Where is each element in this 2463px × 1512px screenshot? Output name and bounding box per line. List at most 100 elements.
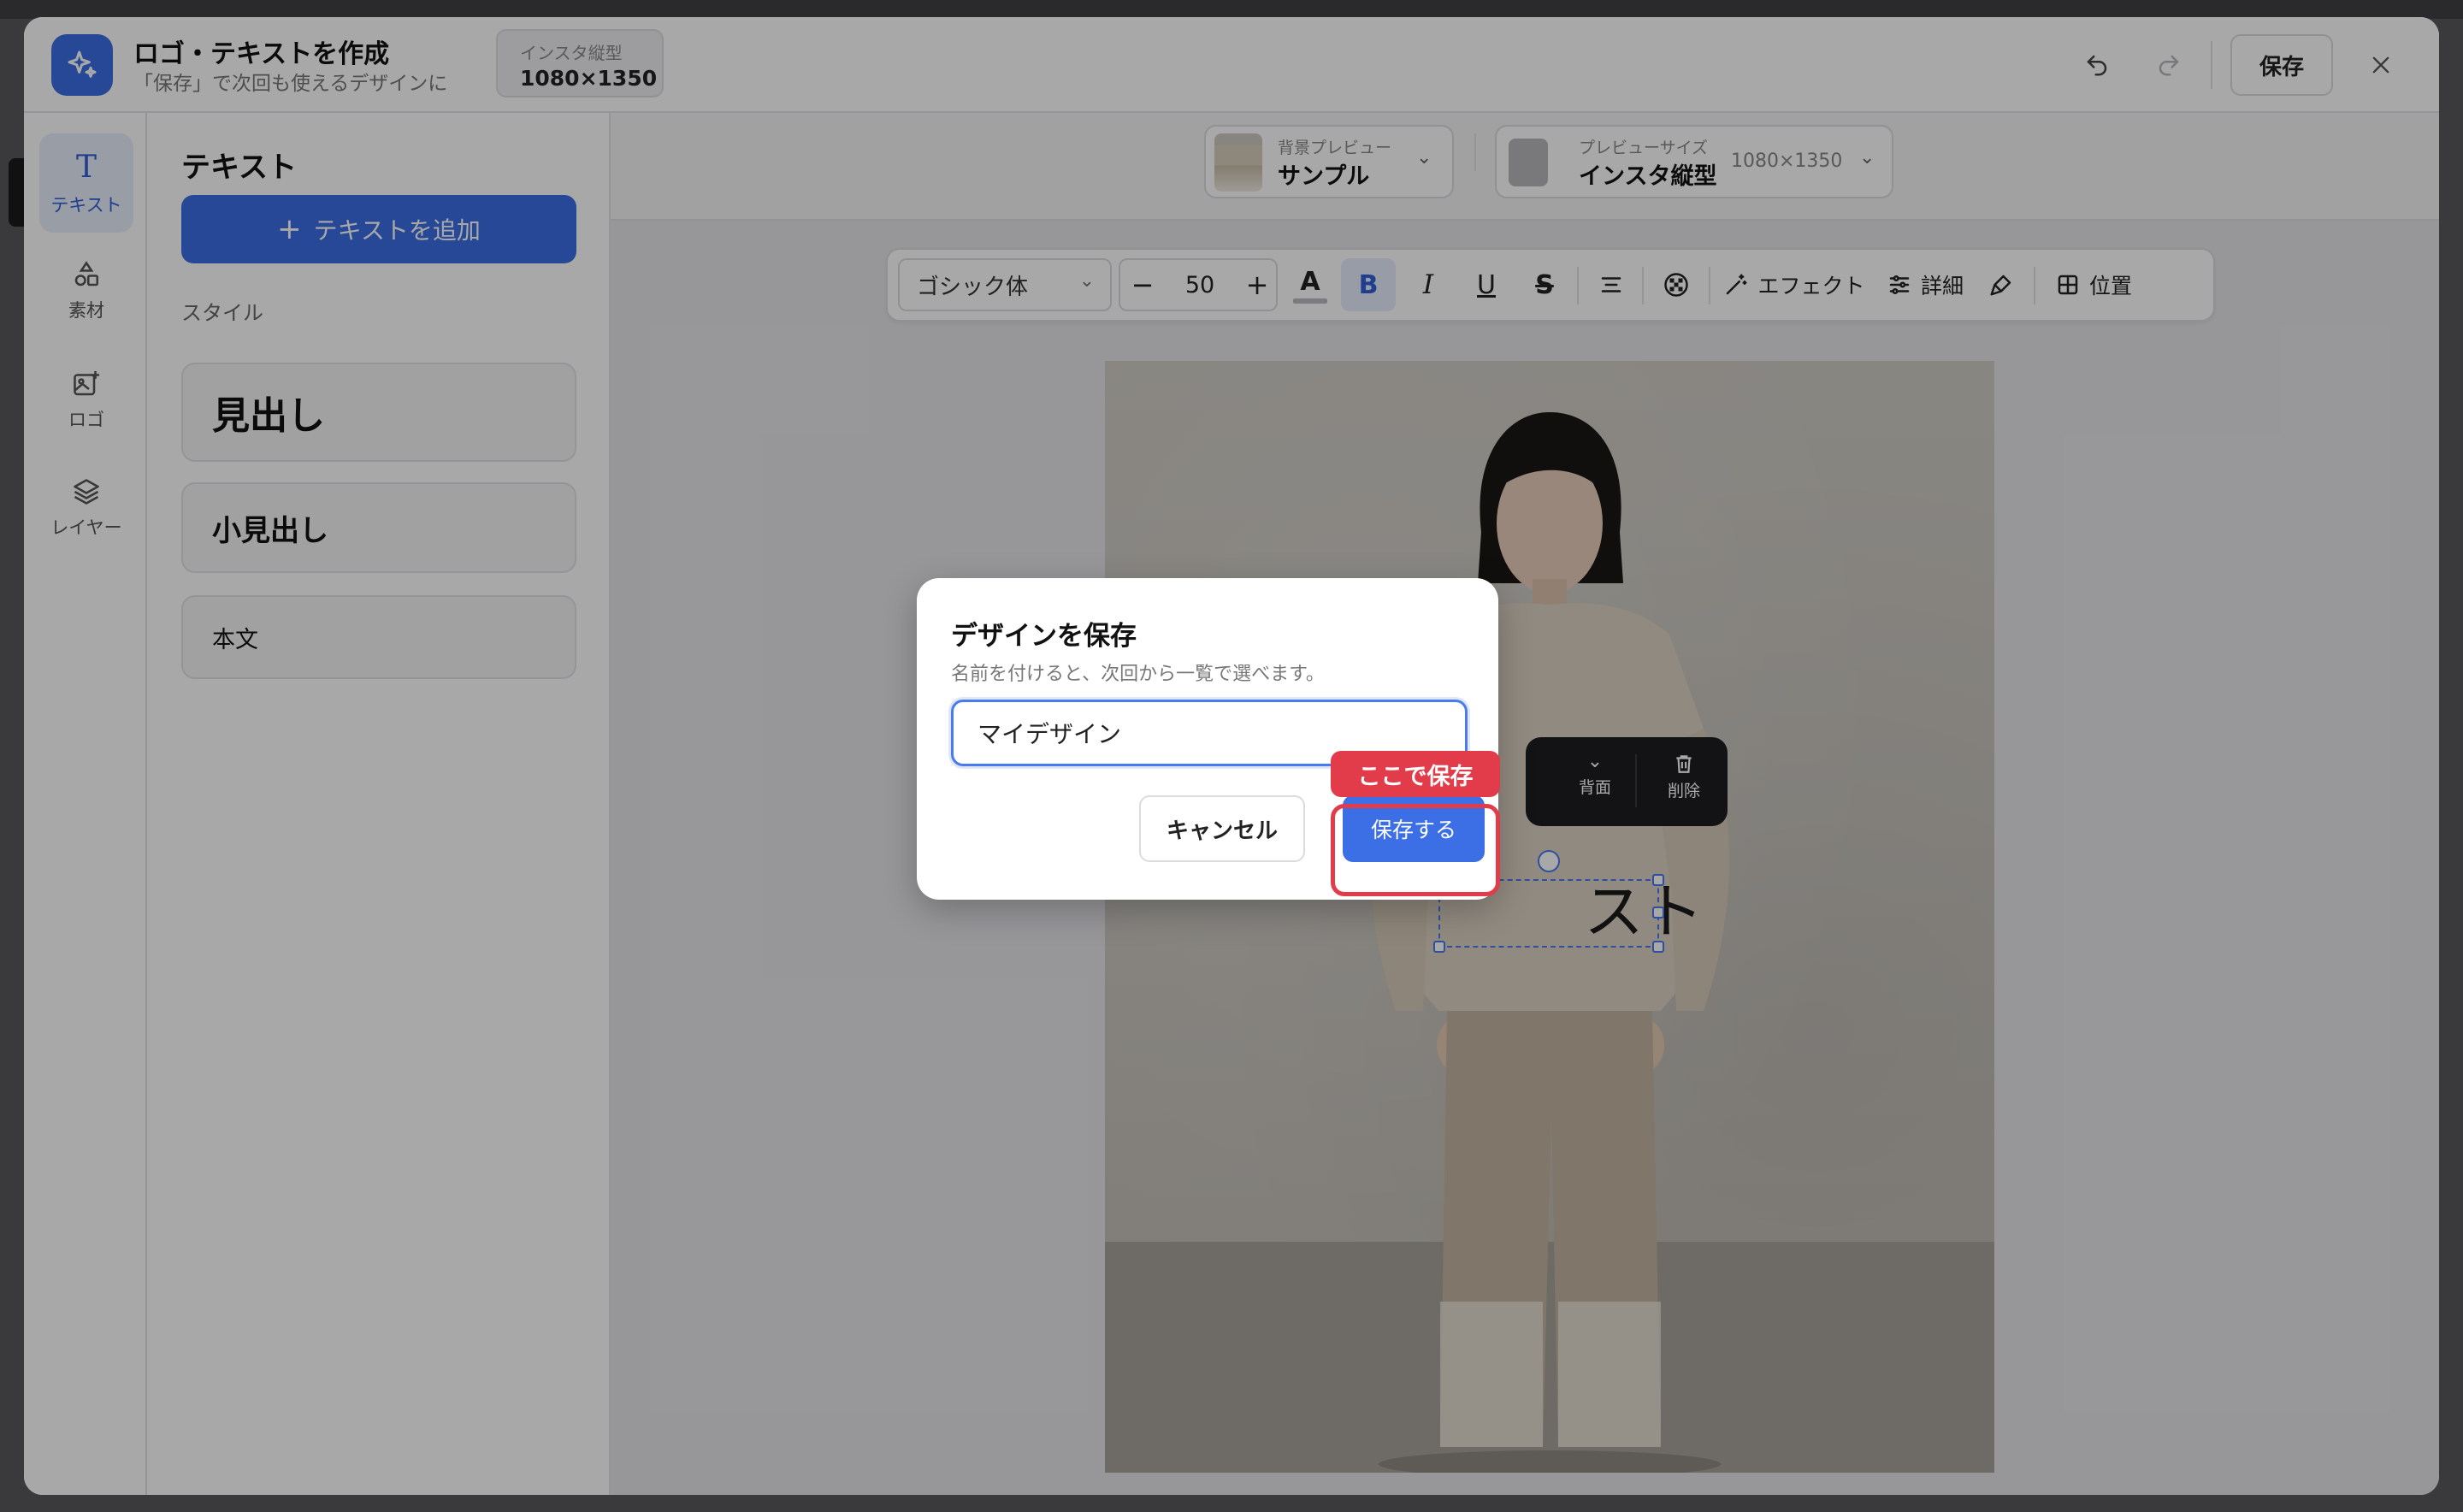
font-family-value: ゴシック体	[917, 274, 1029, 300]
layers-icon	[74, 479, 99, 505]
detail-button[interactable]: 詳細	[1878, 250, 1972, 320]
text-panel: テキスト + テキストを追加 スタイル 見出し 小見出し 本文	[147, 113, 611, 1495]
cancel-button[interactable]: キャンセル	[1139, 795, 1305, 862]
background-preview-select[interactable]: 背景プレビュー サンプル ⌄	[1204, 125, 1454, 198]
page-title: ロゴ・テキストを作成	[133, 39, 390, 69]
font-size-increase-button[interactable]: +	[1235, 260, 1279, 310]
canvas-artboard[interactable]: スト	[1105, 361, 1994, 1473]
resize-handle[interactable]	[1433, 941, 1445, 953]
magic-wand-icon	[1727, 274, 1747, 295]
transparency-button[interactable]	[1649, 250, 1704, 320]
italic-icon: I	[1422, 269, 1434, 300]
canvas-area: 背景プレビュー サンプル ⌄ プレビューサイズ インスタ縦型 1080×1350…	[611, 113, 2439, 1495]
resize-handle[interactable]	[1652, 907, 1664, 918]
format-toolbar: ゴシック体 ⌄ − 50 + A B I U S エフェクト 詳細 位置	[886, 248, 2215, 322]
style-section-label: スタイル	[181, 301, 263, 325]
font-size-value[interactable]: 50	[1165, 260, 1235, 310]
preview-size-select[interactable]: プレビューサイズ インスタ縦型 1080×1350 ⌄	[1495, 125, 1893, 198]
bold-icon: B	[1358, 269, 1379, 300]
chevron-down-icon: ⌄	[1859, 147, 1875, 168]
color-swatch	[1293, 298, 1327, 304]
background-preview-label: 背景プレビュー	[1278, 139, 1392, 157]
tool-rail: T テキスト 素材 ロゴ レイヤー	[24, 113, 147, 1495]
delete-button[interactable]: 削除	[1668, 753, 1700, 801]
grid-icon	[2058, 275, 2078, 295]
paintbrush-icon	[1990, 275, 2011, 296]
strikethrough-button[interactable]: S	[1517, 250, 1572, 320]
preview-size-dims: 1080×1350	[1731, 151, 1843, 172]
italic-button[interactable]: I	[1401, 250, 1456, 320]
header: ロゴ・テキストを作成 「保存」で次回も使えるデザインに インスタ縦型 1080×…	[24, 17, 2439, 113]
style-body[interactable]: 本文	[181, 595, 576, 679]
selection-toolbar: ⌄ 背面 削除	[1526, 737, 1728, 826]
delete-label: 削除	[1668, 782, 1701, 800]
background-preview-value: サンプル	[1278, 163, 1370, 190]
font-size-decrease-button[interactable]: −	[1120, 260, 1165, 310]
header-save-button[interactable]: 保存	[2230, 34, 2333, 96]
rail-item-label: テキスト	[50, 194, 122, 216]
desktop-bar	[0, 0, 2463, 19]
selection-toolbar-divider	[1635, 754, 1637, 807]
plus-icon: +	[277, 212, 302, 246]
resize-handle[interactable]	[1652, 874, 1664, 886]
rail-item-text[interactable]: T テキスト	[39, 133, 133, 233]
close-button[interactable]	[2362, 46, 2400, 84]
preview-bar: 背景プレビュー サンプル ⌄ プレビューサイズ インスタ縦型 1080×1350…	[611, 113, 2439, 221]
sliders-icon	[1889, 275, 1910, 295]
bold-button[interactable]: B	[1341, 258, 1396, 311]
header-divider	[2211, 41, 2212, 89]
dialog-description: 名前を付けると、次回から一覧で選べます。	[951, 664, 1325, 685]
position-button[interactable]: 位置	[2042, 250, 2145, 320]
checkerboard-icon	[1664, 273, 1688, 297]
trash-icon	[1676, 755, 1692, 773]
callout-label: ここで保存	[1331, 751, 1500, 797]
save-design-button[interactable]: 保存する	[1343, 795, 1485, 862]
preview-size-value: インスタ縦型	[1579, 163, 1717, 190]
underline-icon: U	[1477, 269, 1496, 300]
align-center-icon	[1601, 277, 1621, 292]
rail-item-label: ロゴ	[68, 410, 104, 430]
redo-icon	[2159, 55, 2179, 76]
background-thumbnail	[1214, 133, 1262, 192]
rail-item-layers[interactable]: レイヤー	[39, 458, 133, 558]
align-button[interactable]	[1584, 250, 1639, 320]
panel-title: テキスト	[181, 151, 297, 185]
undo-button[interactable]	[2078, 46, 2116, 84]
text-color-icon: A	[1300, 266, 1320, 297]
save-design-dialog: デザインを保存 名前を付けると、次回から一覧で選べます。 キャンセル 保存する	[917, 578, 1498, 900]
font-size-stepper: − 50 +	[1119, 258, 1278, 311]
redo-button[interactable]	[2150, 46, 2188, 84]
send-backward-button[interactable]: ⌄ 背面	[1579, 753, 1611, 798]
rotate-handle-icon[interactable]	[1538, 850, 1560, 872]
rail-item-logo[interactable]: ロゴ	[39, 351, 133, 450]
position-label: 位置	[2088, 274, 2132, 298]
rail-item-assets[interactable]: 素材	[39, 241, 133, 340]
style-brush-button[interactable]	[1974, 250, 2029, 320]
rail-item-label: 素材	[68, 300, 104, 321]
size-badge-value: 1080×1350	[520, 66, 658, 91]
close-icon	[2372, 56, 2389, 74]
detail-label: 詳細	[1920, 274, 1964, 298]
text-color-button[interactable]: A	[1286, 250, 1334, 320]
add-text-button[interactable]: + テキストを追加	[181, 195, 576, 263]
toolbar-divider	[2034, 267, 2035, 304]
toolbar-divider	[1642, 267, 1644, 304]
undo-icon	[2087, 55, 2107, 76]
effect-label: エフェクト	[1757, 274, 1865, 298]
dialog-title: デザインを保存	[951, 621, 1137, 652]
image-add-icon	[74, 371, 99, 396]
style-subheading[interactable]: 小見出し	[181, 482, 576, 573]
toolbar-divider	[1577, 267, 1579, 304]
text-icon: T	[75, 149, 97, 185]
chevrons-down-icon: ⌄	[1586, 751, 1604, 772]
send-backward-label: 背面	[1579, 778, 1612, 797]
preview-size-label: プレビューサイズ	[1579, 139, 1709, 157]
chevron-down-icon: ⌄	[1078, 270, 1095, 292]
effect-button[interactable]: エフェクト	[1717, 250, 1871, 320]
chevron-down-icon: ⌄	[1416, 147, 1432, 168]
strikethrough-icon: S	[1535, 269, 1554, 300]
style-heading[interactable]: 見出し	[181, 363, 576, 462]
font-family-select[interactable]: ゴシック体 ⌄	[898, 258, 1112, 311]
resize-handle[interactable]	[1652, 941, 1664, 953]
underline-button[interactable]: U	[1459, 250, 1514, 320]
